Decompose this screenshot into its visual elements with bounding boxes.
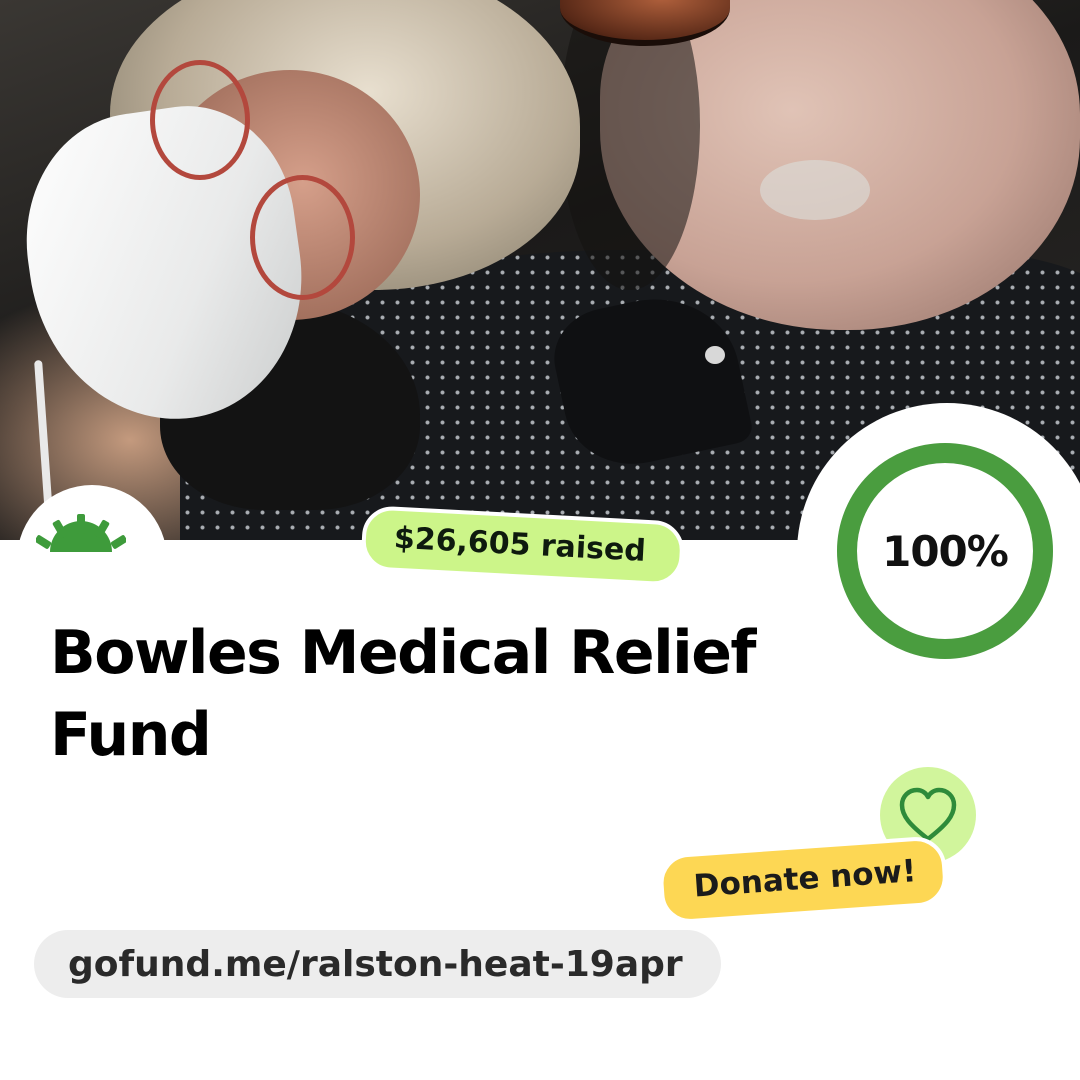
sunrise-logo-icon: [36, 514, 126, 552]
photo-shirt-button: [705, 346, 725, 364]
photo-glasses-left: [150, 60, 250, 180]
campaign-url-link[interactable]: gofund.me/ralston-heat-19apr: [34, 930, 721, 998]
photo-glasses-right: [250, 175, 355, 300]
campaign-title: Bowles Medical Relief Fund: [50, 618, 757, 770]
heart-icon: [899, 787, 957, 842]
fundraiser-card: 100% $26,605 raised Bowles Medical Relie…: [0, 0, 1080, 1080]
progress-percent: 100%: [882, 526, 1009, 576]
photo-beard: [760, 160, 870, 220]
